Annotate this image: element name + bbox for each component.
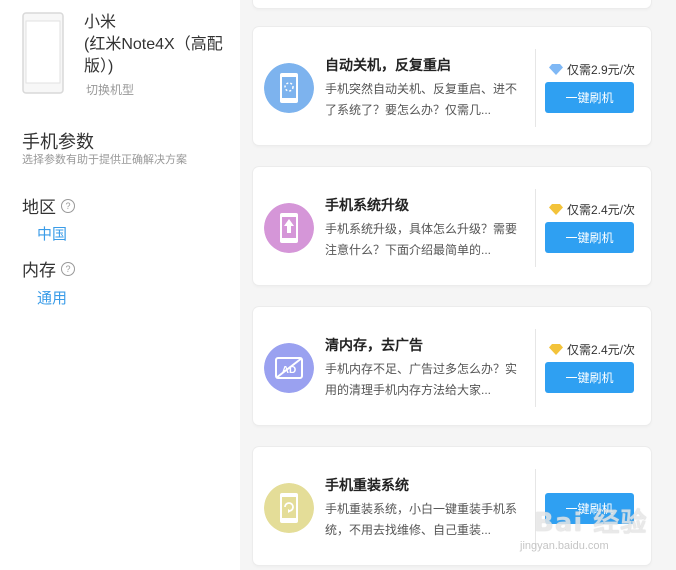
svg-text:AD: AD [282,365,296,376]
service-title: 手机重装系统 [325,477,409,493]
device-sidebar: 小米 (红米Note4X（高配版）) 切换机型 手机参数 选择参数有助于提供正确… [0,0,240,570]
region-value[interactable]: 中国 [37,223,67,244]
service-card: 自动关机，反复重启 手机突然自动关机、反复重启、进不了系统了？要怎么办？仅需几.… [253,27,651,145]
service-description: 手机重装系统，小白一键重装手机系统，不用去找维修、自己重装... [325,502,518,537]
service-card: AD 清内存，去广告 手机内存不足、广告过多怎么办？实用的清理手机内存方法给大家… [253,307,651,425]
service-title: 手机系统升级 [325,197,409,213]
diamond-icon [549,344,563,355]
phone-upgrade-icon [264,203,314,253]
price-row: 仅需2.9元/次 [549,61,635,78]
switch-model-link[interactable]: 切换机型 [86,81,134,98]
watermark-url: jingyan.baidu.com [520,540,609,552]
divider [535,189,536,267]
service-title: 自动关机，反复重启 [325,57,451,73]
price-row: 仅需2.4元/次 [549,201,635,218]
service-description: 手机系统升级，具体怎么升级？需要注意什么？下面介绍最简单的... [325,222,518,257]
service-description: 手机突然自动关机、反复重启、进不了系统了？要怎么办？仅需几... [325,82,518,117]
price-row: 仅需2.4元/次 [549,341,635,358]
phone-thumbnail-icon [22,12,64,94]
price-text: 仅需2.4元/次 [567,343,636,357]
device-model-name: 小米 (红米Note4X（高配版）) [84,14,223,75]
params-subtitle: 选择参数有助于提供正确解决方案 [22,154,187,166]
one-click-flash-button[interactable]: 一键刷机 [545,362,634,393]
diamond-icon [549,204,563,215]
baidu-jingyan-watermark: Bai 经验 jingyan.baidu.com [520,498,670,564]
help-icon[interactable]: ? [61,198,75,213]
service-title: 清内存，去广告 [325,337,423,353]
region-label: 地区 [22,198,56,217]
storage-label-row: 内存 ? [22,256,75,281]
service-card: 手机系统升级 手机系统升级，具体怎么升级？需要注意什么？下面介绍最简单的... … [253,167,651,285]
divider [535,329,536,407]
ad-block-icon: AD [264,343,314,393]
one-click-flash-button[interactable]: 一键刷机 [545,222,634,253]
region-label-row: 地区 ? [22,193,75,218]
storage-value[interactable]: 通用 [37,287,67,308]
price-text: 仅需2.9元/次 [567,63,636,77]
price-text: 仅需2.4元/次 [567,203,636,217]
phone-reinstall-icon [264,483,314,533]
diamond-icon [549,64,563,75]
help-icon[interactable]: ? [61,261,75,276]
phone-restart-icon [264,63,314,113]
service-description: 手机内存不足、广告过多怎么办？实用的清理手机内存方法给大家... [325,362,518,397]
divider [535,49,536,127]
storage-label: 内存 [22,261,56,280]
one-click-flash-button[interactable]: 一键刷机 [545,82,634,113]
service-card-partial [253,0,651,8]
watermark-logo-text: Bai 经验 [534,508,648,538]
